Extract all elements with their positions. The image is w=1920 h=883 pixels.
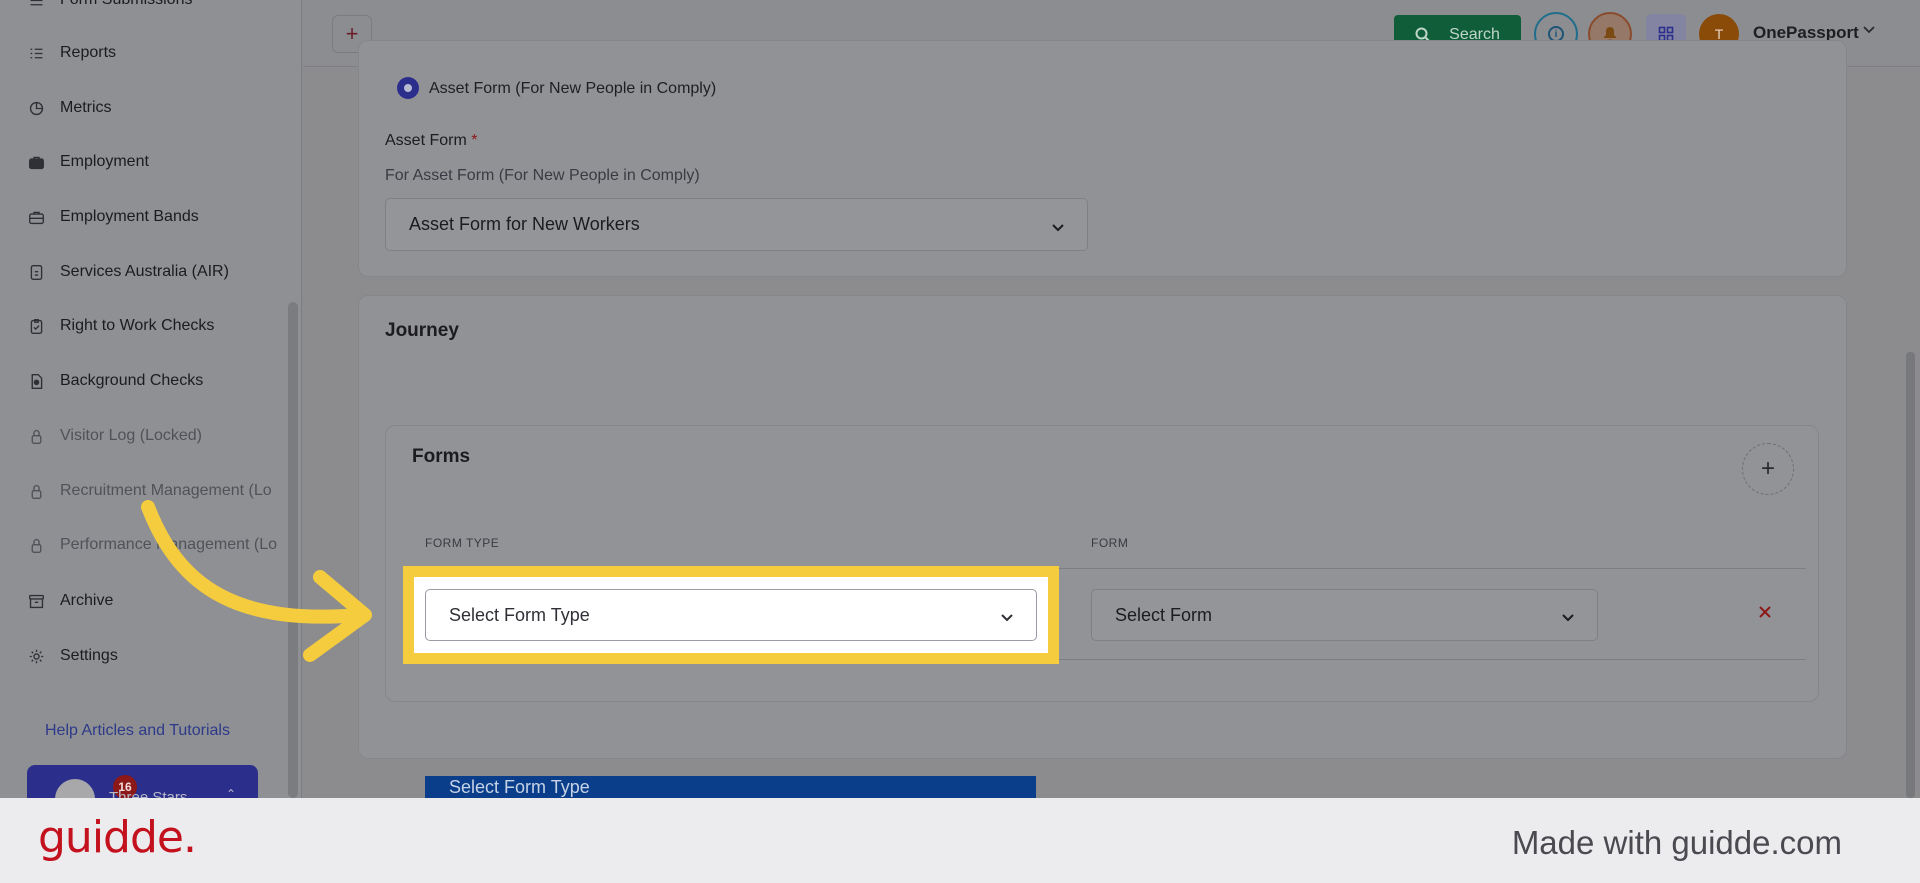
list-icon	[26, 43, 46, 63]
column-header-form: FORM	[1091, 536, 1129, 550]
sidebar-item-label: Employment	[60, 153, 149, 170]
briefcase-icon	[26, 152, 46, 172]
sidebar-item-background-checks[interactable]: Background Checks	[0, 354, 301, 408]
org-name: Three Stars	[109, 789, 188, 798]
sidebar-item-label: Settings	[60, 647, 118, 664]
document-icon	[26, 262, 46, 282]
forms-title: Forms	[412, 446, 471, 467]
pointer-arrow-icon	[141, 500, 372, 662]
add-form-button[interactable]: +	[1742, 443, 1794, 495]
sidebar-item-services-australia[interactable]: Services Australia (AIR)	[0, 245, 301, 299]
form-select-placeholder: Select Form	[1115, 604, 1213, 625]
chevron-down-icon	[1000, 608, 1014, 622]
asset-form-select-value: Asset Form for New Workers	[409, 214, 640, 234]
form-select[interactable]: Select Form	[1091, 589, 1598, 641]
sidebar-item-label: Services Australia (AIR)	[60, 263, 229, 280]
required-marker: *	[471, 132, 478, 149]
sidebar-item-visitor-log[interactable]: Visitor Log (Locked)	[0, 409, 301, 463]
asset-form-field-title: Asset Form *	[385, 132, 477, 150]
clipboard-icon	[26, 316, 46, 336]
sidebar-item-label: Employment Bands	[60, 208, 199, 225]
footer: guidde. Made with guidde.com	[0, 798, 1920, 883]
org-switcher[interactable]: 16 Three Stars ⌃	[27, 765, 258, 798]
remove-row-button[interactable]	[1756, 603, 1776, 623]
guidde-logo: guidde.	[38, 812, 197, 863]
close-icon	[1759, 606, 1771, 618]
org-logo	[55, 779, 95, 798]
briefcase-outline-icon	[26, 207, 46, 227]
sidebar-item-right-to-work[interactable]: Right to Work Checks	[0, 299, 301, 353]
lock-icon	[26, 426, 46, 446]
asset-form-select[interactable]: Asset Form for New Workers	[385, 198, 1088, 251]
sidebar-item-label: Right to Work Checks	[60, 317, 215, 334]
sidebar-item-label: Reports	[60, 44, 117, 61]
form-type-select-placeholder: Select Form Type	[449, 604, 590, 625]
sidebar-item-label: Background Checks	[60, 372, 204, 389]
sidebar-item-form-submissions[interactable]: Form Submissions	[0, 0, 301, 27]
archive-icon	[26, 591, 46, 611]
sidebar-item-employment-bands[interactable]: Employment Bands	[0, 190, 301, 244]
sidebar-item-employment[interactable]: Employment	[0, 135, 301, 189]
column-header-form-type: FORM TYPE	[425, 536, 500, 550]
list-icon	[26, 0, 46, 10]
sidebar-item-label: Metrics	[60, 99, 112, 116]
gear-icon	[26, 646, 46, 666]
made-with-text: Made with guidde.com	[1511, 824, 1842, 861]
dropdown-option[interactable]: Select Form Type	[425, 776, 1036, 798]
lock-icon	[26, 535, 46, 555]
form-type-select[interactable]: Select Form Type	[425, 589, 1037, 641]
sidebar-item-reports[interactable]: Reports	[0, 26, 301, 80]
sidebar-item-metrics[interactable]: Metrics	[0, 81, 301, 135]
help-articles-link[interactable]: Help Articles and Tutorials	[45, 722, 230, 740]
chevron-up-icon: ⌃	[225, 787, 236, 798]
sidebar-item-label: Form Submissions	[60, 0, 192, 9]
journey-title: Journey	[385, 320, 459, 341]
lock-icon	[26, 481, 46, 501]
pie-chart-icon	[26, 98, 46, 118]
asset-form-radio[interactable]	[397, 77, 419, 99]
sidebar-item-label: Archive	[60, 592, 114, 609]
main-scrollbar[interactable]	[1906, 352, 1915, 798]
file-check-icon	[26, 371, 46, 391]
chevron-down-icon[interactable]	[1862, 22, 1876, 36]
chevron-down-icon	[1561, 608, 1575, 622]
sidebar-item-label: Visitor Log (Locked)	[60, 427, 202, 444]
asset-form-title-text: Asset Form	[385, 132, 467, 149]
asset-form-radio-label: Asset Form (For New People in Comply)	[429, 80, 717, 97]
chevron-down-icon	[1051, 218, 1065, 232]
asset-form-help-text: For Asset Form (For New People in Comply…	[385, 167, 700, 184]
